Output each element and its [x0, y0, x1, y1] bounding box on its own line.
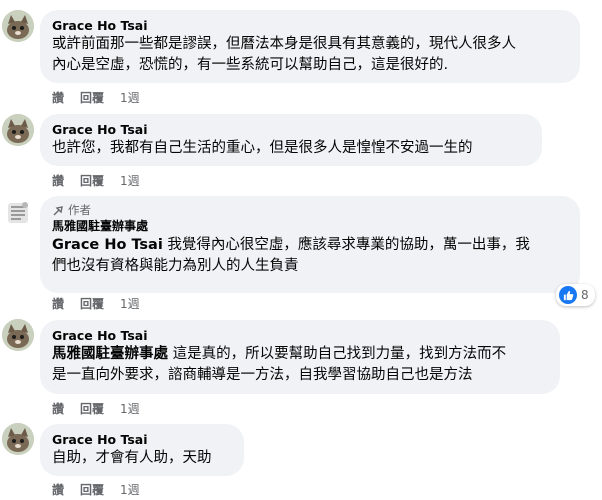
comment-actions: 讚 回覆 1週	[52, 90, 140, 106]
commenter-name[interactable]: Grace Ho Tsai	[52, 18, 568, 34]
comment-text-line-1: Grace Ho Tsai 我覺得內心很空虛，應該尋求專業的協助，萬一出事，我	[52, 237, 530, 253]
comment-time[interactable]: 1週	[120, 401, 140, 417]
reaction-summary[interactable]: 8	[556, 284, 595, 306]
avatar[interactable]	[2, 10, 34, 42]
author-badge: 作者	[52, 203, 568, 218]
thumbs-up-icon	[559, 286, 577, 304]
comment-time[interactable]: 1週	[120, 173, 140, 189]
reply-link[interactable]: 回覆	[80, 90, 104, 106]
like-link[interactable]: 讚	[52, 401, 64, 417]
commenter-name[interactable]: Grace Ho Tsai	[52, 432, 232, 448]
reply-link[interactable]: 回覆	[80, 401, 104, 417]
comment-time[interactable]: 1週	[120, 296, 140, 312]
like-link[interactable]: 讚	[52, 296, 64, 312]
cat-avatar-icon	[2, 10, 34, 42]
comment-text-line-2: 是一直向外要求，諮商輔導是一方法，自我學習協助自己也是方法	[52, 367, 473, 383]
like-link[interactable]: 讚	[52, 173, 64, 189]
page-avatar[interactable]	[2, 197, 34, 229]
reply-link[interactable]: 回覆	[80, 173, 104, 189]
comment-time[interactable]: 1週	[120, 482, 140, 498]
comment-actions: 讚 回覆 1週	[52, 401, 140, 417]
comment-text-line-1: 或許前面那一些都是謬誤，但曆法本身是很具有其意義的，現代人很多人	[52, 36, 516, 52]
comment-text-line-2: 內心是空虛，恐慌的，有一些系統可以幫助自己，這是很好的.	[52, 57, 449, 73]
comment-bubble: 作者 馬雅國駐臺辦事處 Grace Ho Tsai 我覺得內心很空虛，應該尋求專…	[40, 196, 580, 293]
avatar[interactable]	[2, 319, 34, 351]
avatar[interactable]	[2, 423, 34, 455]
cat-avatar-icon	[2, 423, 34, 455]
cat-avatar-icon	[2, 114, 34, 146]
author-icon	[53, 205, 63, 215]
comment-text-line-1: 馬雅國駐臺辦事處 這是真的，所以要幫助自己找到力量，找到方法而不	[52, 346, 507, 362]
comment-text: 也許您，我都有自己生活的重心，但是很多人是惶惶不安過一生的	[52, 140, 473, 156]
commenter-name[interactable]: 馬雅國駐臺辦事處	[52, 218, 568, 235]
reaction-count: 8	[581, 288, 589, 302]
reply-link[interactable]: 回覆	[80, 482, 104, 498]
mention-link[interactable]: Grace Ho Tsai	[52, 237, 163, 253]
comment-time[interactable]: 1週	[120, 90, 140, 106]
comment-bubble: Grace Ho Tsai 或許前面那一些都是謬誤，但曆法本身是很具有其意義的，…	[40, 10, 580, 83]
comment-bubble: Grace Ho Tsai 自助，才會有人助，天助	[40, 424, 244, 476]
comment-bubble: Grace Ho Tsai 也許您，我都有自己生活的重心，但是很多人是惶惶不安過…	[40, 114, 542, 166]
page-logo-icon	[2, 197, 34, 229]
commenter-name[interactable]: Grace Ho Tsai	[52, 122, 530, 138]
comment-bubble: Grace Ho Tsai 馬雅國駐臺辦事處 這是真的，所以要幫助自己找到力量，…	[40, 320, 560, 394]
avatar[interactable]	[2, 114, 34, 146]
commenter-name[interactable]: Grace Ho Tsai	[52, 328, 548, 344]
comment-actions: 讚 回覆 1週	[52, 173, 140, 189]
mention-link[interactable]: 馬雅國駐臺辦事處	[52, 346, 168, 362]
comment-text-line-2: 們也沒有資格與能力為別人的人生負責	[52, 258, 299, 274]
like-link[interactable]: 讚	[52, 482, 64, 498]
comment-text: 自助，才會有人助，天助	[52, 450, 212, 466]
like-link[interactable]: 讚	[52, 90, 64, 106]
reply-link[interactable]: 回覆	[80, 296, 104, 312]
cat-avatar-icon	[2, 319, 34, 351]
author-label: 作者	[68, 203, 91, 217]
comment-actions: 讚 回覆 1週	[52, 482, 140, 498]
comment-actions: 讚 回覆 1週	[52, 296, 140, 312]
